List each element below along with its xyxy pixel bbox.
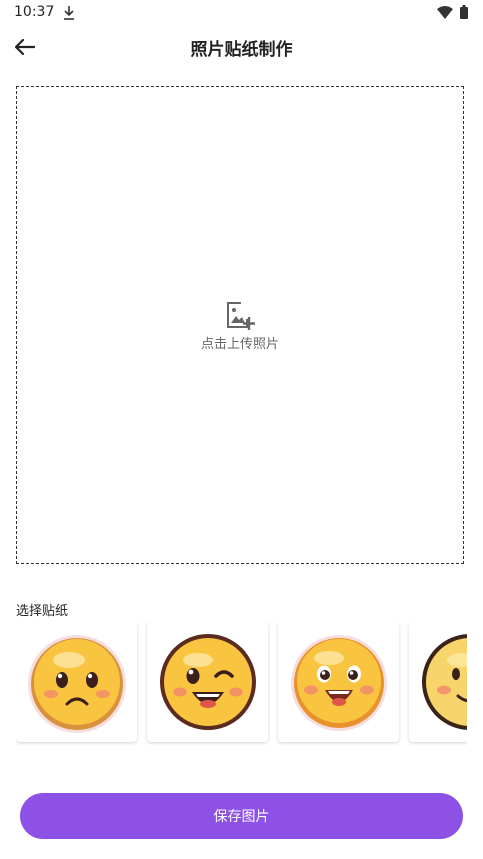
sticker-wink-emoji[interactable]	[147, 622, 268, 742]
wifi-icon	[437, 6, 453, 19]
battery-icon	[460, 5, 468, 19]
sticker-list[interactable]	[16, 622, 467, 746]
happy-emoji-icon	[290, 635, 387, 731]
app-bar: 照片贴纸制作	[0, 26, 483, 66]
smile-emoji-icon	[421, 634, 467, 730]
sticker-section-title: 选择贴纸	[16, 604, 69, 619]
sticker-sad-emoji[interactable]	[16, 622, 137, 742]
status-time: 10:37	[14, 4, 55, 20]
upload-label: 点击上传照片	[200, 337, 279, 352]
page-title: 照片贴纸制作	[190, 40, 293, 60]
download-icon	[64, 6, 74, 20]
save-button[interactable]: 保存图片	[20, 793, 463, 839]
wink-emoji-icon	[159, 634, 256, 730]
upload-placeholder: 点击上传照片	[17, 301, 463, 352]
sad-emoji-icon	[27, 635, 126, 733]
sticker-smile-emoji[interactable]	[409, 622, 467, 742]
status-bar: 10:37	[0, 0, 483, 26]
add-photo-icon	[227, 302, 255, 330]
sticker-happy-emoji[interactable]	[278, 622, 399, 742]
photo-upload-area[interactable]: 点击上传照片	[16, 86, 464, 564]
